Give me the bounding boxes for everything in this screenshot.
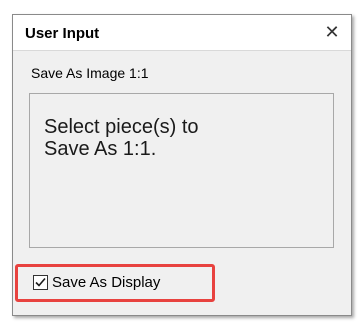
message-box: Select piece(s) to Save As 1:1. xyxy=(29,93,334,248)
dialog-subtitle: Save As Image 1:1 xyxy=(31,65,149,81)
highlight-annotation xyxy=(15,264,215,302)
message-text: Select piece(s) to Save As 1:1. xyxy=(44,116,304,160)
title-bar[interactable]: User Input ✕ xyxy=(13,15,351,51)
message-line-2: Save As 1:1. xyxy=(44,138,157,160)
dialog-title: User Input xyxy=(25,25,100,42)
close-icon[interactable]: ✕ xyxy=(321,21,343,43)
message-line-1: Select piece(s) to xyxy=(44,116,199,138)
